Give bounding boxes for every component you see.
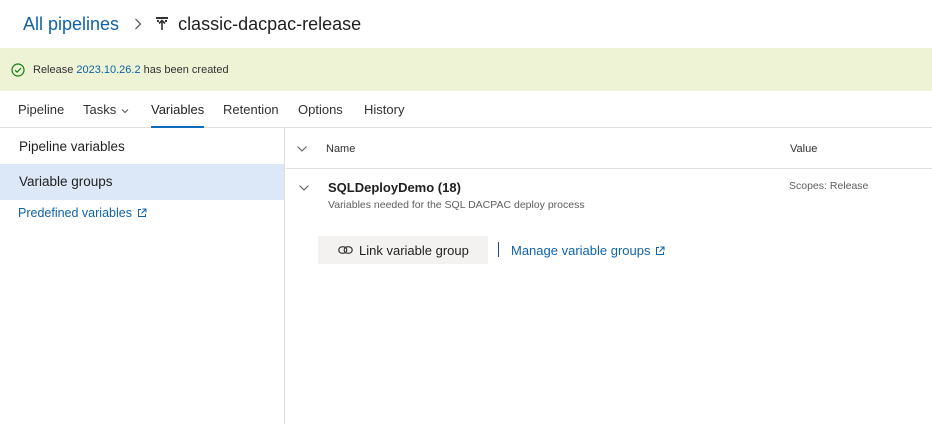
tab-tasks[interactable]: Tasks [83, 91, 129, 128]
variable-group-row[interactable]: SQLDeployDemo (18) Variables needed for … [286, 169, 932, 225]
chevron-down-icon [121, 92, 129, 129]
page-title: classic-dacpac-release [178, 13, 362, 34]
tab-retention[interactable]: Retention [223, 91, 279, 128]
tab-bar: Pipeline Tasks Variables Retention Optio… [0, 91, 932, 128]
sidebar-item-variable-groups[interactable]: Variable groups [0, 164, 284, 200]
external-link-icon [137, 208, 147, 218]
manage-variable-groups-link[interactable]: Manage variable groups [511, 243, 665, 258]
tab-label: Variables [151, 102, 205, 117]
manage-variable-groups-label: Manage variable groups [511, 243, 651, 258]
variable-groups-panel: Name Value SQLDeployDemo (18) Variables … [286, 128, 932, 424]
banner-suffix: has been created [143, 63, 229, 76]
tab-label: History [364, 102, 405, 117]
tab-variables[interactable]: Variables [151, 91, 205, 128]
tab-label: Options [298, 102, 343, 117]
link-variable-group-button[interactable]: Link variable group [318, 236, 488, 264]
check-circle-icon [11, 62, 25, 77]
predefined-variables-label: Predefined variables [18, 206, 132, 220]
tab-options[interactable]: Options [298, 91, 343, 128]
release-created-banner: Release 2023.10.26.2 has been created [0, 48, 932, 91]
variable-group-description: Variables needed for the SQL DACPAC depl… [328, 199, 585, 211]
external-link-icon [655, 246, 665, 256]
divider [498, 242, 499, 257]
tab-pipeline[interactable]: Pipeline [18, 91, 64, 128]
release-link[interactable]: 2023.10.26.2 [76, 64, 140, 76]
all-pipelines-link[interactable]: All pipelines [23, 14, 119, 35]
variable-group-name[interactable]: SQLDeployDemo (18) [328, 180, 461, 195]
breadcrumb: All pipelines classic-dacpac-release [0, 0, 932, 48]
banner-prefix: Release [33, 63, 74, 76]
link-variable-group-label: Link variable group [359, 242, 469, 258]
chevron-right-icon [131, 17, 145, 31]
tab-label: Pipeline [18, 102, 65, 117]
variables-sidebar: Pipeline variables Variable groups Prede… [0, 128, 285, 424]
variable-group-scope: Scopes: Release [789, 180, 869, 192]
tab-history[interactable]: History [364, 91, 404, 128]
release-pipeline-icon [155, 16, 169, 32]
table-header: Name Value [286, 128, 932, 169]
column-header-name: Name [326, 143, 356, 155]
tab-label: Tasks [83, 102, 117, 117]
link-icon [338, 245, 353, 255]
column-header-value: Value [790, 143, 818, 155]
sidebar-item-pipeline-variables[interactable]: Pipeline variables [0, 129, 284, 165]
predefined-variables-link[interactable]: Predefined variables [18, 206, 147, 220]
tab-label: Retention [223, 102, 279, 117]
expand-chevron-icon[interactable] [298, 182, 310, 194]
collapse-all-chevron-icon[interactable] [296, 143, 308, 155]
